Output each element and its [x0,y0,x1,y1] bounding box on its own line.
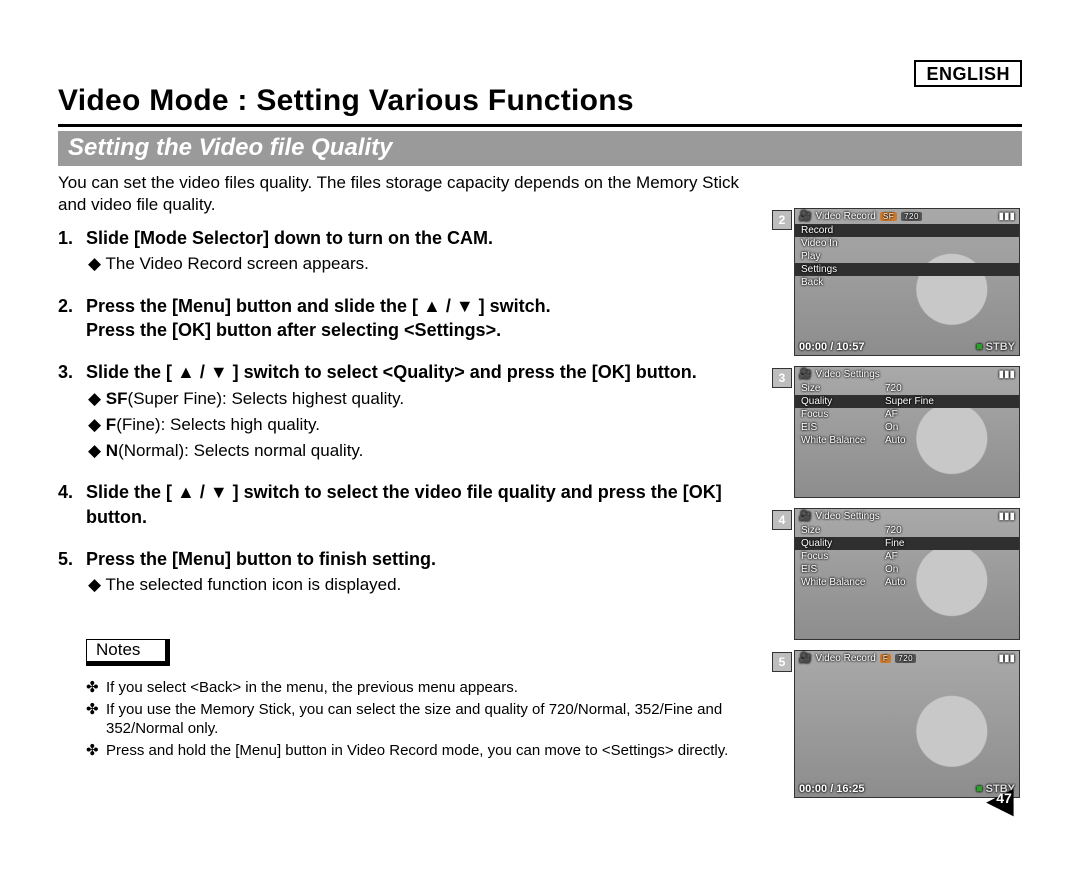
lcd-title: Video Record [815,653,875,664]
title-rule [58,124,1022,127]
lcd-menu-row: QualityFine [795,537,1019,550]
step-number: 2. [58,294,78,343]
lcd-menu-row: Settings [795,263,1019,276]
step-number: 3. [58,360,78,384]
lcd-pill: 720 [895,654,916,663]
lcd-step-number: 3 [772,368,792,388]
page-number: 47 [986,790,1022,806]
step-sub: ◆ SF(Super Fine): Selects highest qualit… [88,389,404,408]
step-heading: Slide the [ ▲ / ▼ ] switch to select the… [86,480,776,529]
lcd-menu-row: FocusAF [795,408,1019,421]
step-sub: ◆ F(Fine): Selects high quality. [88,415,320,434]
lcd-figure-column: 2🎥Video RecordSF720▮▮▮RecordVideo InPlay… [794,208,1022,808]
step-heading: Slide the [ ▲ / ▼ ] switch to select <Qu… [86,360,776,384]
step-sub: The Video Record screen appears. [88,254,369,273]
lcd-screenshot: 4🎥Video Settings▮▮▮Size720QualityFineFoc… [794,508,1022,640]
lcd-step-number: 5 [772,652,792,672]
note-item: If you select <Back> in the menu, the pr… [86,678,776,698]
lcd-menu-row: Back [795,276,1019,289]
lcd-screenshot: 3🎥Video Settings▮▮▮Size720QualitySuper F… [794,366,1022,498]
step-number: 1. [58,226,78,250]
battery-icon: ▮▮▮ [998,653,1015,664]
lcd-menu-row: FocusAF [795,550,1019,563]
lcd-title: Video Record [815,211,875,222]
step-sub: ◆ N(Normal): Selects normal quality. [88,441,363,460]
page-title: Video Mode : Setting Various Functions [58,84,1022,118]
language-badge: ENGLISH [914,60,1022,87]
lcd-menu-row: Play [795,250,1019,263]
lcd-menu-row: Video In [795,237,1019,250]
note-item: Press and hold the [Menu] button in Vide… [86,741,776,761]
step-number: 5. [58,547,78,571]
lcd-time-counter: 00:00 / 10:57 [799,341,864,353]
lcd-status: ■ STBY [976,341,1015,353]
note-item: If you use the Memory Stick, you can sel… [86,700,776,739]
battery-icon: ▮▮▮ [998,369,1015,380]
lcd-pill: 720 [901,212,922,221]
lcd-time-counter: 00:00 / 16:25 [799,783,864,795]
lcd-step-number: 2 [772,210,792,230]
notes-list: If you select <Back> in the menu, the pr… [58,678,776,760]
lcd-menu-row: White BalanceAuto [795,576,1019,589]
lcd-menu-row: QualitySuper Fine [795,395,1019,408]
step-heading: Press the [Menu] button to finish settin… [86,547,776,571]
lcd-menu-row: EISOn [795,563,1019,576]
lcd-menu-row: EISOn [795,421,1019,434]
lcd-menu-row: Size720 [795,382,1019,395]
page-number-badge: ◀ 47 [986,782,1022,818]
lcd-menu-row: White BalanceAuto [795,434,1019,447]
lcd-pill: SF [880,212,897,221]
lcd-screenshot: 2🎥Video RecordSF720▮▮▮RecordVideo InPlay… [794,208,1022,356]
battery-icon: ▮▮▮ [998,511,1015,522]
lcd-screenshot: 5🎥Video RecordF720▮▮▮00:00 / 16:25■ STBY [794,650,1022,798]
intro-text: You can set the video files quality. The… [58,172,768,216]
step-heading: Slide [Mode Selector] down to turn on th… [86,226,776,250]
lcd-step-number: 4 [772,510,792,530]
lcd-menu-row: Record [795,224,1019,237]
step-heading: Press the [Menu] button and slide the [ … [86,294,776,343]
lcd-pill: F [880,654,891,663]
steps-list: 1. Slide [Mode Selector] down to turn on … [58,226,776,598]
section-heading: Setting the Video file Quality [58,131,1022,166]
notes-heading: Notes [86,639,170,666]
lcd-title: Video Settings [815,369,879,380]
step-sub: The selected function icon is displayed. [88,575,401,594]
step-number: 4. [58,480,78,529]
lcd-menu-row: Size720 [795,524,1019,537]
battery-icon: ▮▮▮ [998,211,1015,222]
lcd-title: Video Settings [815,511,879,522]
